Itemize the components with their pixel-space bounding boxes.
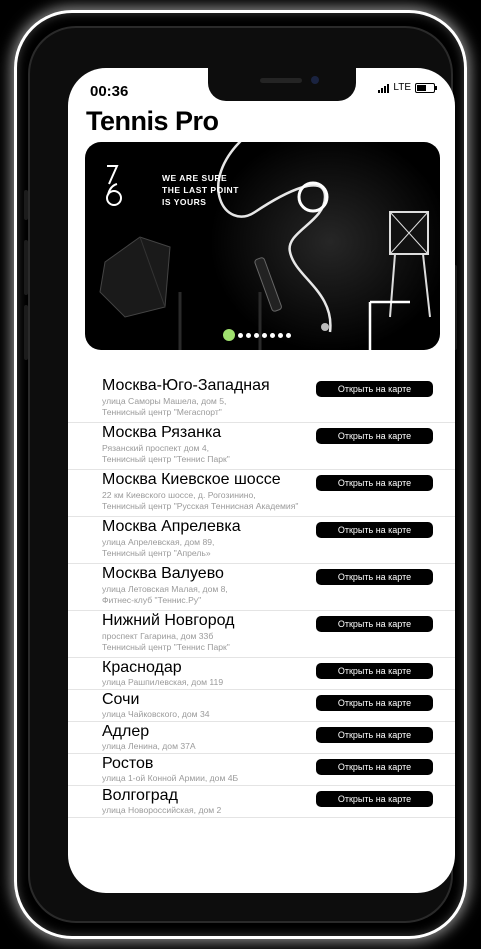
address-line: улица Саморы Машела, дом 5, — [102, 396, 227, 406]
front-camera — [311, 76, 319, 84]
carousel-pagination[interactable] — [223, 329, 291, 341]
slogan-line-3: IS YOURS — [162, 197, 207, 207]
location-row: Москва Рязанка Рязанский проспект дом 4, Т… — [68, 423, 455, 470]
open-on-map-button[interactable]: Открыть на карте — [316, 759, 433, 775]
address-line: улица 1-ой Конной Армии, дом 4Б — [102, 773, 239, 783]
address-line: улица Чайковского, дом 34 — [102, 709, 210, 719]
address-line: Теннисный центр "Апрель» — [102, 547, 211, 558]
status-time: 00:36 — [90, 83, 129, 100]
carousel-dot[interactable] — [254, 332, 259, 338]
location-name: Москва Киевское шоссе — [102, 471, 281, 488]
location-address: 22 км Киевского шоссе, д. Рогозинино, Тен… — [102, 490, 298, 511]
address-line: Теннисный центр "Русская Теннисная Акаде… — [102, 500, 299, 511]
location-name: Москва-Юго-Западная — [102, 377, 270, 394]
carousel-dot[interactable] — [286, 332, 291, 338]
location-address: улица Ленина, дом 37А — [102, 741, 196, 752]
banner-slogan: WE ARE SURE THE LAST POINT IS YOURS — [162, 172, 239, 208]
location-row: Москва Валуево улица Летовская Малая, дом… — [68, 564, 455, 611]
location-address: улица Саморы Машела, дом 5, Теннисный цен… — [102, 396, 226, 417]
address-line: Теннисный центр "Теннис Парк" — [102, 641, 230, 652]
volume-up-button — [24, 240, 28, 295]
location-name: Адлер — [102, 723, 150, 740]
location-row: Адлер улица Ленина, дом 37А Открыть на кар… — [68, 722, 455, 754]
earpiece-speaker — [260, 78, 302, 83]
carousel-dot[interactable] — [223, 329, 235, 341]
open-on-map-button[interactable]: Открыть на карте — [316, 663, 433, 679]
address-line: улица Рашпилевская, дом 119 — [102, 677, 224, 687]
network-label: LTE — [393, 82, 411, 93]
open-on-map-button[interactable]: Открыть на карте — [316, 428, 433, 444]
carousel-dot[interactable] — [278, 332, 283, 338]
address-line: улица Новороссийская, дом 2 — [102, 805, 222, 815]
carousel-dot[interactable] — [262, 332, 267, 338]
slogan-line-2: THE LAST POINT — [162, 185, 239, 195]
open-on-map-button[interactable]: Открыть на карте — [316, 791, 433, 807]
address-line: 22 км Киевского шоссе, д. Рогозинино, — [102, 490, 256, 500]
carousel-dot[interactable] — [238, 332, 243, 338]
location-address: улица Рашпилевская, дом 119 — [102, 677, 223, 688]
address-line: Рязанский проспект дом 4, — [102, 443, 209, 453]
signal-icon — [378, 83, 390, 93]
open-on-map-button[interactable]: Открыть на карте — [316, 695, 433, 711]
location-name: Краснодар — [102, 659, 182, 676]
banner-artwork — [99, 142, 440, 350]
notch — [208, 68, 356, 101]
location-address: улица Апрелевская, дом 89, Теннисный цент… — [102, 537, 214, 558]
page-title: Tennis Pro — [86, 106, 219, 136]
open-on-map-button[interactable]: Открыть на карте — [316, 569, 433, 585]
open-on-map-button[interactable]: Открыть на карте — [316, 475, 433, 491]
volume-down-button — [24, 305, 28, 360]
location-address: улица Летовская Малая, дом 8, Фитнес-клуб… — [102, 584, 228, 605]
location-row: Нижний Новгород проспект Гагарина, дом 33… — [68, 611, 455, 658]
location-name: Москва Рязанка — [102, 424, 222, 441]
location-row: Волгоград улица Новороссийская, дом 2 Откр… — [68, 786, 455, 818]
mute-switch — [24, 190, 28, 220]
promo-banner[interactable]: WE ARE SURE THE LAST POINT IS YOURS — [85, 142, 440, 350]
battery-icon — [415, 82, 437, 93]
open-on-map-button[interactable]: Открыть на карте — [316, 381, 433, 397]
open-on-map-button[interactable]: Открыть на карте — [316, 616, 433, 632]
address-line: улица Ленина, дом 37А — [102, 741, 196, 751]
location-name: Москва Валуево — [102, 565, 224, 582]
carousel-dot[interactable] — [270, 332, 275, 338]
address-line: улица Апрелевская, дом 89, — [102, 537, 215, 547]
address-line: Теннисный центр "Теннис Парк" — [102, 453, 230, 464]
locations-list: Москва-Юго-Западная улица Саморы Машела, … — [68, 376, 455, 818]
location-row: Москва Апрелевка улица Апрелевская, дом 8… — [68, 517, 455, 564]
location-row: Краснодар улица Рашпилевская, дом 119 Откр… — [68, 658, 455, 690]
location-row: Москва-Юго-Западная улица Саморы Машела, … — [68, 376, 455, 423]
address-line: Теннисный центр "Мегаспорт" — [102, 406, 222, 417]
location-row: Сочи улица Чайковского, дом 34 Открыть на … — [68, 690, 455, 722]
location-address: Рязанский проспект дом 4, Теннисный центр… — [102, 443, 230, 464]
location-address: улица Чайковского, дом 34 — [102, 709, 210, 720]
carousel-dot[interactable] — [246, 332, 251, 338]
app-screen: 00:36 LTE Tennis Pro WE ARE SURE THE LAS… — [68, 68, 455, 893]
address-line: Фитнес-клуб "Теннис.Ру" — [102, 594, 202, 605]
location-address: проспект Гагарина, дом 33б Теннисный цент… — [102, 631, 230, 652]
slogan-line-1: WE ARE SURE — [162, 173, 228, 183]
brand-logo — [106, 165, 122, 206]
location-name: Нижний Новгород — [102, 612, 235, 629]
location-address: улица Новороссийская, дом 2 — [102, 805, 221, 816]
address-line: улица Летовская Малая, дом 8, — [102, 584, 228, 594]
location-address: улица 1-ой Конной Армии, дом 4Б — [102, 773, 238, 784]
open-on-map-button[interactable]: Открыть на карте — [316, 727, 433, 743]
status-indicators: LTE — [378, 82, 437, 93]
location-name: Сочи — [102, 691, 140, 708]
location-row: Ростов улица 1-ой Конной Армии, дом 4Б Отк… — [68, 754, 455, 786]
location-name: Москва Апрелевка — [102, 518, 241, 535]
location-name: Ростов — [102, 755, 154, 772]
location-row: Москва Киевское шоссе 22 км Киевского шос… — [68, 470, 455, 517]
address-line: проспект Гагарина, дом 33б — [102, 631, 214, 641]
location-name: Волгоград — [102, 787, 178, 804]
open-on-map-button[interactable]: Открыть на карте — [316, 522, 433, 538]
